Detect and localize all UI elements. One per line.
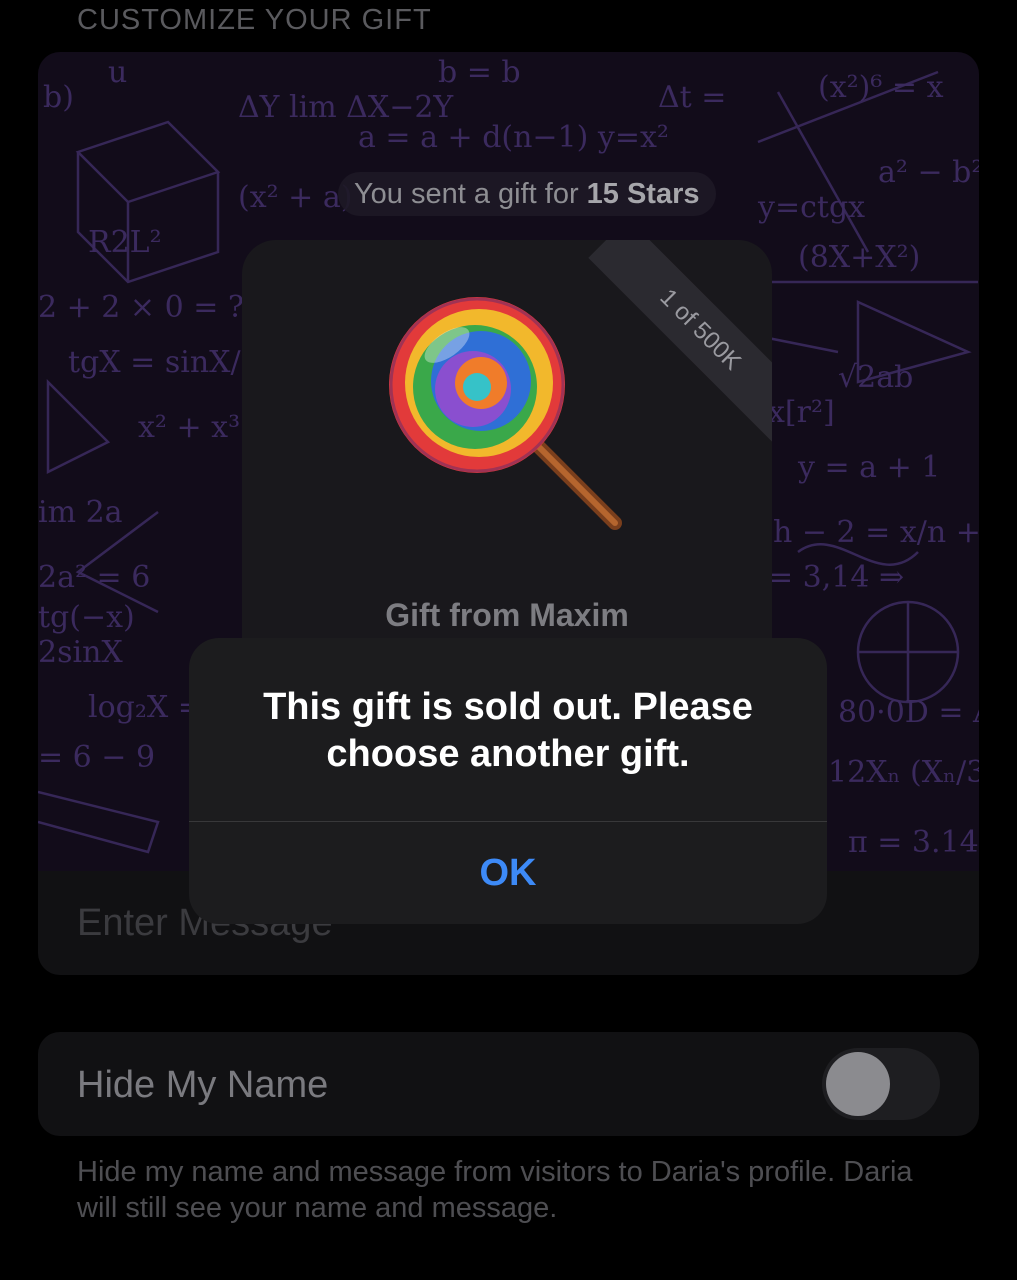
section-title: CUSTOMIZE YOUR GIFT [77, 4, 432, 36]
ok-button[interactable]: OK [189, 822, 827, 924]
hide-my-name-label: Hide My Name [77, 1064, 329, 1106]
svg-text:80·0D = A0·0: 80·0D = A0·0 [838, 695, 979, 730]
svg-text:y = a + 1: y = a + 1 [797, 450, 940, 485]
svg-text:(x²)⁶ = x: (x²)⁶ = x [818, 70, 944, 105]
svg-text:Δt =: Δt = [658, 80, 726, 115]
svg-text:a = a + d(n−1) y=x²: a = a + d(n−1) y=x² [358, 120, 669, 155]
svg-text:√2ab: √2ab [838, 360, 913, 395]
svg-text:12Xₙ (Xₙ/3): 12Xₙ (Xₙ/3) [828, 755, 979, 790]
svg-text:= 3,14 ⇒: = 3,14 ⇒ [768, 560, 904, 595]
svg-text:y=ctgx: y=ctgx [757, 190, 865, 225]
gift-sent-amount: 15 Stars [586, 177, 700, 210]
svg-text:(8X+X²): (8X+X²) [798, 240, 920, 275]
svg-text:a² − b² = (a−b): a² − b² = (a−b) [878, 155, 979, 190]
svg-text:tg(−x): tg(−x) [38, 600, 135, 635]
svg-text:2sinX: 2sinX [38, 635, 123, 670]
svg-text:h − 2 = x/n + √3: h − 2 = x/n + √3 [773, 515, 979, 550]
svg-text:u: u [108, 55, 127, 90]
svg-text:im 2a: im 2a [38, 495, 123, 530]
svg-text:2 + 2 × 0 = ?: 2 + 2 × 0 = ? [38, 290, 244, 325]
hide-name-footnote: Hide my name and message from visitors t… [77, 1156, 913, 1224]
toggle-knob [826, 1052, 890, 1116]
svg-text:R2L²: R2L² [88, 225, 162, 260]
svg-text:(x² + a): (x² + a) [238, 180, 352, 215]
hide-my-name-toggle[interactable] [822, 1048, 940, 1120]
lollipop-icon [389, 297, 622, 530]
svg-text:2a² = 6: 2a² = 6 [38, 560, 150, 595]
svg-text:π = 3.14: π = 3.14 [848, 825, 979, 860]
svg-text:b = b: b = b [438, 55, 521, 90]
sold-out-alert: This gift is sold out. Please choose ano… [189, 638, 827, 924]
gift-sent-text: You sent a gift for [354, 177, 579, 210]
svg-text:x[r²]: x[r²] [768, 395, 835, 430]
alert-message: This gift is sold out. Please choose ano… [263, 686, 753, 775]
gift-from-label: Gift from Maxim [385, 597, 629, 633]
svg-text:= 6 − 9: = 6 − 9 [38, 740, 155, 775]
svg-text:b): b) [43, 80, 74, 115]
hide-my-name-row: Hide My Name [38, 1032, 979, 1136]
gift-sent-notice: You sent a gift for 15 Stars [338, 172, 716, 216]
